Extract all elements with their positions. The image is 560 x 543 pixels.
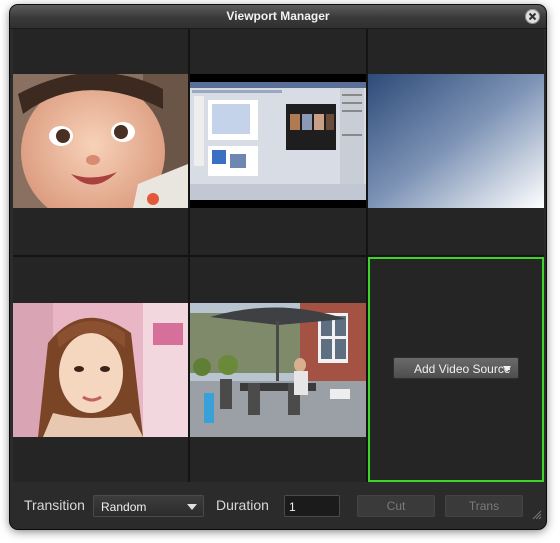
duration-input[interactable]: 1 xyxy=(284,495,340,517)
chevron-down-icon xyxy=(187,504,197,510)
desktop-video-thumbnail xyxy=(190,74,366,208)
transition-select[interactable]: Random xyxy=(93,495,204,517)
patio-video-thumbnail xyxy=(190,303,366,437)
add-video-source-label: Add Video Source xyxy=(414,362,511,376)
add-video-source-button[interactable]: Add Video Source xyxy=(393,357,519,379)
viewport-cell-6-selected[interactable]: Add Video Source xyxy=(368,257,544,482)
bottom-controls: Transition Random Duration 1 Cut Trans xyxy=(10,483,546,529)
baby-video-thumbnail xyxy=(13,72,188,224)
portrait-video-thumbnail xyxy=(13,303,188,437)
window-title: Viewport Manager xyxy=(226,9,330,23)
cut-button-label: Cut xyxy=(386,499,406,513)
title-bar[interactable]: Viewport Manager xyxy=(10,5,546,29)
duration-value: 1 xyxy=(289,500,296,514)
trans-button-label: Trans xyxy=(468,499,500,513)
viewport-cell-2[interactable] xyxy=(190,29,366,255)
chevron-down-icon xyxy=(503,366,511,372)
cut-button[interactable]: Cut xyxy=(357,495,435,517)
viewport-cell-3[interactable] xyxy=(368,29,544,255)
gradient-video-thumbnail xyxy=(368,74,544,208)
viewport-cell-5[interactable] xyxy=(190,257,366,482)
transition-label: Transition xyxy=(24,497,85,513)
transition-value: Random xyxy=(101,500,147,514)
viewport-grid: Add Video Source xyxy=(13,29,544,482)
close-icon[interactable] xyxy=(525,9,540,24)
viewport-cell-1[interactable] xyxy=(13,29,188,255)
viewport-cell-4[interactable] xyxy=(13,257,188,482)
viewport-manager-window: Viewport Manager Add Video Source Transi… xyxy=(10,5,546,529)
resize-grip-icon[interactable] xyxy=(532,507,542,525)
trans-button[interactable]: Trans xyxy=(445,495,523,517)
duration-label: Duration xyxy=(216,497,269,513)
